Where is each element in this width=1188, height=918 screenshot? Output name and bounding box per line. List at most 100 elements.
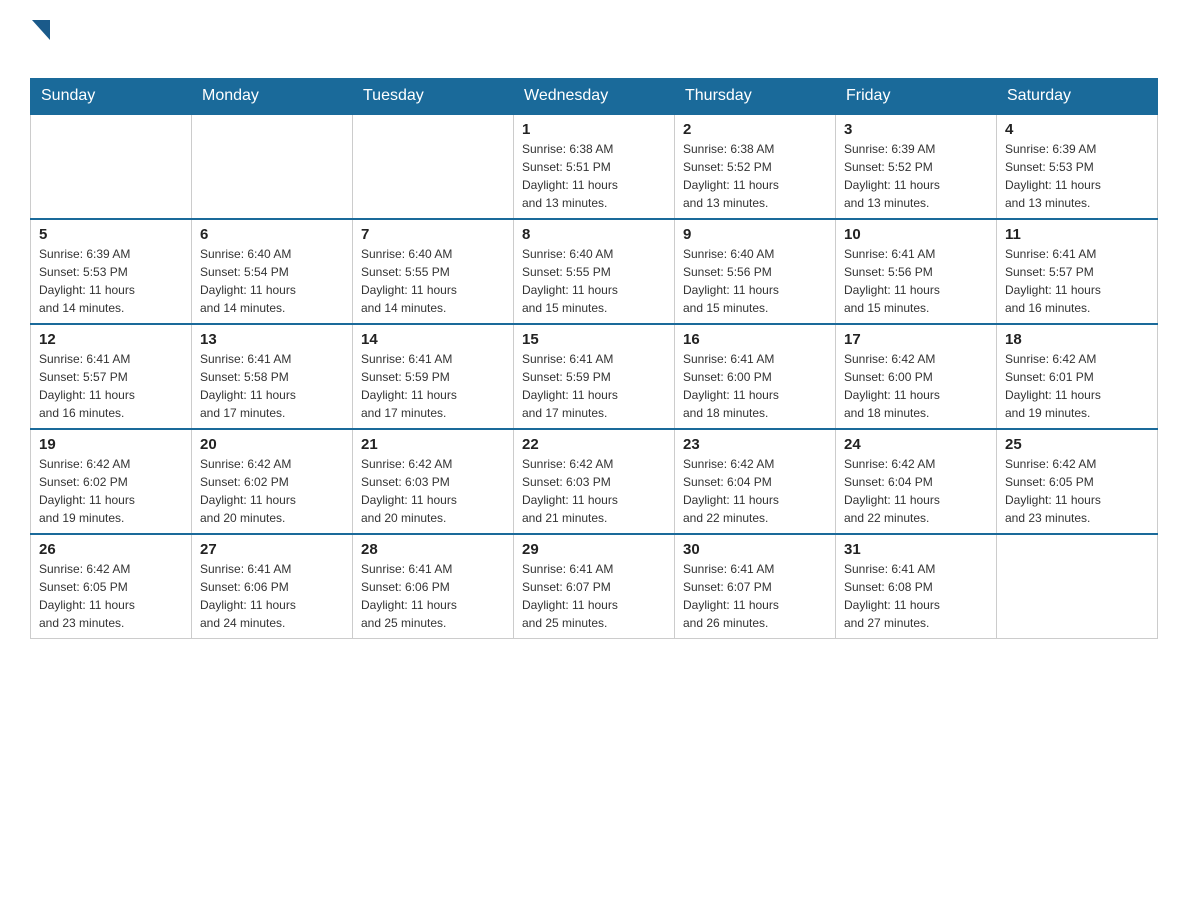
calendar-cell: 3 Sunrise: 6:39 AMSunset: 5:52 PMDaylight… — [836, 114, 997, 219]
day-info: Sunrise: 6:42 AMSunset: 6:03 PMDaylight:… — [522, 455, 666, 527]
calendar-cell: 9Sunrise: 6:40 AMSunset: 5:56 PMDaylight… — [675, 219, 836, 324]
calendar-cell: 10 Sunrise: 6:41 AMSunset: 5:56 PMDayligh… — [836, 219, 997, 324]
calendar-cell: 30 Sunrise: 6:41 AMSunset: 6:07 PMDayligh… — [675, 534, 836, 639]
calendar-cell: 26 Sunrise: 6:42 AMSunset: 6:05 PMDayligh… — [31, 534, 192, 639]
day-number: 17 — [844, 331, 988, 348]
day-number: 11 — [1005, 226, 1149, 243]
day-info: Sunrise: 6:42 AMSunset: 6:04 PMDaylight:… — [683, 455, 827, 527]
day-info: Sunrise: 6:42 AMSunset: 6:02 PMDaylight:… — [39, 455, 183, 527]
day-number: 28 — [361, 541, 505, 558]
day-number: 24 — [844, 436, 988, 453]
day-number: 22 — [522, 436, 666, 453]
day-info: Sunrise: 6:40 AMSunset: 5:55 PMDaylight:… — [361, 245, 505, 317]
day-info: Sunrise: 6:41 AMSunset: 6:07 PMDaylight:… — [683, 560, 827, 632]
week-row-2: 5 Sunrise: 6:39 AMSunset: 5:53 PMDaylight… — [31, 219, 1158, 324]
calendar-cell — [31, 114, 192, 219]
calendar-table: SundayMondayTuesdayWednesdayThursdayFrid… — [30, 78, 1158, 639]
day-info: Sunrise: 6:38 AMSunset: 5:51 PMDaylight:… — [522, 140, 666, 212]
day-info: Sunrise: 6:42 AMSunset: 6:00 PMDaylight:… — [844, 350, 988, 422]
weekday-header-monday: Monday — [192, 79, 353, 115]
calendar-cell: 20 Sunrise: 6:42 AMSunset: 6:02 PMDayligh… — [192, 429, 353, 534]
day-info: Sunrise: 6:41 AMSunset: 5:57 PMDaylight:… — [1005, 245, 1149, 317]
calendar-cell: 12Sunrise: 6:41 AMSunset: 5:57 PMDayligh… — [31, 324, 192, 429]
day-number: 30 — [683, 541, 827, 558]
week-row-4: 19 Sunrise: 6:42 AMSunset: 6:02 PMDayligh… — [31, 429, 1158, 534]
day-number: 5 — [39, 226, 183, 243]
calendar-cell: 16 Sunrise: 6:41 AMSunset: 6:00 PMDayligh… — [675, 324, 836, 429]
calendar-cell: 17 Sunrise: 6:42 AMSunset: 6:00 PMDayligh… — [836, 324, 997, 429]
day-number: 9 — [683, 226, 827, 243]
day-number: 26 — [39, 541, 183, 558]
day-number: 2 — [683, 121, 827, 138]
calendar-cell: 11 Sunrise: 6:41 AMSunset: 5:57 PMDayligh… — [997, 219, 1158, 324]
weekday-header-sunday: Sunday — [31, 79, 192, 115]
day-number: 19 — [39, 436, 183, 453]
day-info: Sunrise: 6:42 AMSunset: 6:04 PMDaylight:… — [844, 455, 988, 527]
day-info: Sunrise: 6:42 AMSunset: 6:03 PMDaylight:… — [361, 455, 505, 527]
day-info: Sunrise: 6:41 AMSunset: 6:00 PMDaylight:… — [683, 350, 827, 422]
day-number: 23 — [683, 436, 827, 453]
day-number: 10 — [844, 226, 988, 243]
day-info: Sunrise: 6:41 AMSunset: 5:59 PMDaylight:… — [361, 350, 505, 422]
calendar-cell: 29Sunrise: 6:41 AMSunset: 6:07 PMDayligh… — [514, 534, 675, 639]
logo — [30, 20, 50, 66]
calendar-cell: 15 Sunrise: 6:41 AMSunset: 5:59 PMDayligh… — [514, 324, 675, 429]
day-info: Sunrise: 6:41 AMSunset: 6:06 PMDaylight:… — [200, 560, 344, 632]
calendar-cell: 23 Sunrise: 6:42 AMSunset: 6:04 PMDayligh… — [675, 429, 836, 534]
day-info: Sunrise: 6:39 AMSunset: 5:53 PMDaylight:… — [1005, 140, 1149, 212]
weekday-header-wednesday: Wednesday — [514, 79, 675, 115]
day-info: Sunrise: 6:41 AMSunset: 5:57 PMDaylight:… — [39, 350, 183, 422]
calendar-cell: 25Sunrise: 6:42 AMSunset: 6:05 PMDayligh… — [997, 429, 1158, 534]
calendar-cell: 4 Sunrise: 6:39 AMSunset: 5:53 PMDaylight… — [997, 114, 1158, 219]
day-number: 29 — [522, 541, 666, 558]
day-number: 3 — [844, 121, 988, 138]
day-number: 13 — [200, 331, 344, 348]
day-info: Sunrise: 6:42 AMSunset: 6:05 PMDaylight:… — [39, 560, 183, 632]
calendar-cell: 27Sunrise: 6:41 AMSunset: 6:06 PMDayligh… — [192, 534, 353, 639]
day-number: 1 — [522, 121, 666, 138]
header — [30, 20, 1158, 66]
day-number: 21 — [361, 436, 505, 453]
calendar-cell — [192, 114, 353, 219]
calendar-cell: 18Sunrise: 6:42 AMSunset: 6:01 PMDayligh… — [997, 324, 1158, 429]
calendar-cell: 5 Sunrise: 6:39 AMSunset: 5:53 PMDaylight… — [31, 219, 192, 324]
calendar-cell: 2 Sunrise: 6:38 AMSunset: 5:52 PMDaylight… — [675, 114, 836, 219]
day-info: Sunrise: 6:41 AMSunset: 6:08 PMDaylight:… — [844, 560, 988, 632]
day-info: Sunrise: 6:42 AMSunset: 6:02 PMDaylight:… — [200, 455, 344, 527]
day-number: 20 — [200, 436, 344, 453]
calendar-cell: 7 Sunrise: 6:40 AMSunset: 5:55 PMDaylight… — [353, 219, 514, 324]
day-number: 15 — [522, 331, 666, 348]
calendar-cell: 22 Sunrise: 6:42 AMSunset: 6:03 PMDayligh… — [514, 429, 675, 534]
weekday-header-friday: Friday — [836, 79, 997, 115]
day-info: Sunrise: 6:41 AMSunset: 6:06 PMDaylight:… — [361, 560, 505, 632]
week-row-3: 12Sunrise: 6:41 AMSunset: 5:57 PMDayligh… — [31, 324, 1158, 429]
day-number: 8 — [522, 226, 666, 243]
weekday-header-thursday: Thursday — [675, 79, 836, 115]
week-row-1: 1 Sunrise: 6:38 AMSunset: 5:51 PMDaylight… — [31, 114, 1158, 219]
day-number: 14 — [361, 331, 505, 348]
logo-arrow-icon — [32, 20, 50, 40]
day-number: 7 — [361, 226, 505, 243]
calendar-cell: 21 Sunrise: 6:42 AMSunset: 6:03 PMDayligh… — [353, 429, 514, 534]
calendar-cell: 28 Sunrise: 6:41 AMSunset: 6:06 PMDayligh… — [353, 534, 514, 639]
day-info: Sunrise: 6:42 AMSunset: 6:05 PMDaylight:… — [1005, 455, 1149, 527]
day-info: Sunrise: 6:39 AMSunset: 5:53 PMDaylight:… — [39, 245, 183, 317]
day-number: 4 — [1005, 121, 1149, 138]
calendar-cell: 14 Sunrise: 6:41 AMSunset: 5:59 PMDayligh… — [353, 324, 514, 429]
day-info: Sunrise: 6:41 AMSunset: 5:56 PMDaylight:… — [844, 245, 988, 317]
day-info: Sunrise: 6:40 AMSunset: 5:54 PMDaylight:… — [200, 245, 344, 317]
calendar-cell: 24 Sunrise: 6:42 AMSunset: 6:04 PMDayligh… — [836, 429, 997, 534]
day-number: 16 — [683, 331, 827, 348]
day-number: 18 — [1005, 331, 1149, 348]
day-info: Sunrise: 6:41 AMSunset: 5:59 PMDaylight:… — [522, 350, 666, 422]
day-info: Sunrise: 6:38 AMSunset: 5:52 PMDaylight:… — [683, 140, 827, 212]
day-info: Sunrise: 6:39 AMSunset: 5:52 PMDaylight:… — [844, 140, 988, 212]
calendar-cell: 8 Sunrise: 6:40 AMSunset: 5:55 PMDaylight… — [514, 219, 675, 324]
weekday-header-saturday: Saturday — [997, 79, 1158, 115]
day-number: 6 — [200, 226, 344, 243]
weekday-header-tuesday: Tuesday — [353, 79, 514, 115]
week-row-5: 26 Sunrise: 6:42 AMSunset: 6:05 PMDayligh… — [31, 534, 1158, 639]
day-info: Sunrise: 6:40 AMSunset: 5:55 PMDaylight:… — [522, 245, 666, 317]
calendar-cell: 6 Sunrise: 6:40 AMSunset: 5:54 PMDaylight… — [192, 219, 353, 324]
day-number: 31 — [844, 541, 988, 558]
